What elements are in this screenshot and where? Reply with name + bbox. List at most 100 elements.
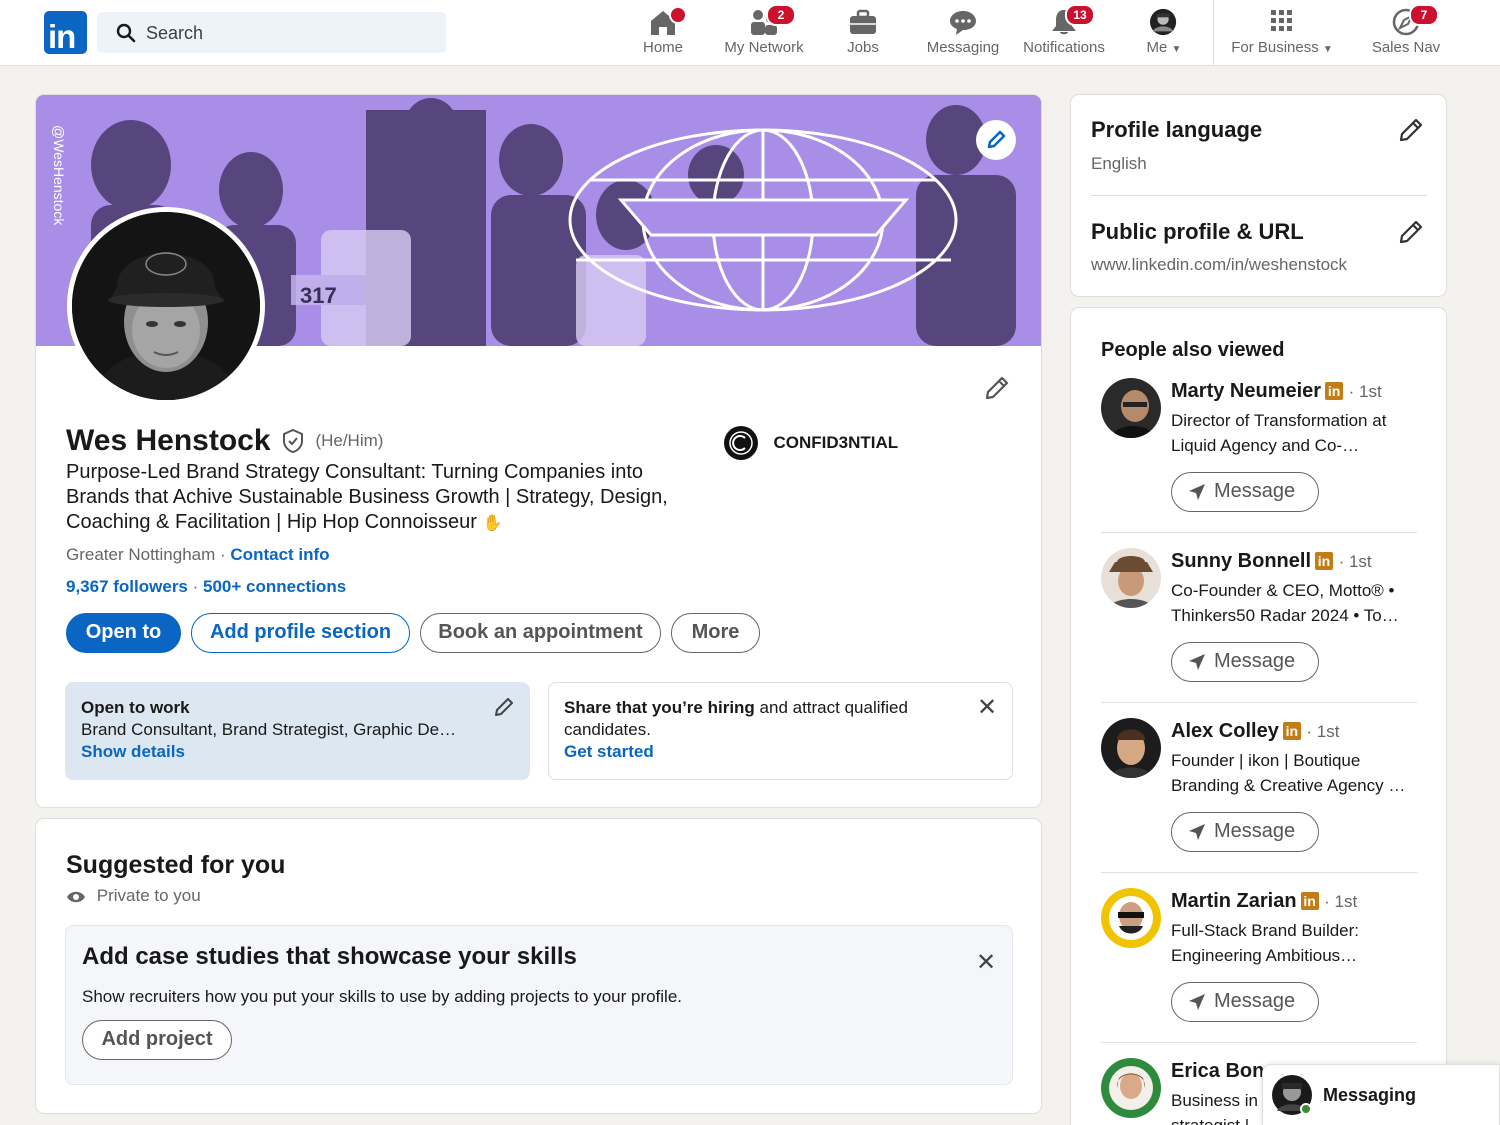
- location: Greater Nottingham: [66, 545, 216, 564]
- nav-sales-nav-label: Sales Nav: [1371, 39, 1441, 56]
- send-icon: [1189, 654, 1205, 670]
- message-label: Message: [1214, 990, 1296, 1012]
- headline-line: Liquid Agency and Co-…: [1171, 436, 1360, 455]
- hiring-bold: Share that you’re hiring: [564, 698, 755, 717]
- briefcase-icon: [850, 9, 876, 34]
- connection-degree: · 1st: [1348, 382, 1382, 401]
- messaging-dock[interactable]: Messaging: [1262, 1064, 1500, 1125]
- book-appointment-button[interactable]: Book an appointment: [420, 613, 661, 653]
- add-profile-section-button[interactable]: Add profile section: [191, 613, 410, 653]
- verified-shield-icon[interactable]: [281, 428, 305, 454]
- open-to-work-title: Open to work: [81, 698, 190, 717]
- person-name: Alex Colley: [1171, 720, 1279, 742]
- messaging-label: Messaging: [1323, 1085, 1417, 1105]
- pencil-icon: [987, 130, 1006, 149]
- person-avatar[interactable]: [1101, 1058, 1161, 1118]
- profile-avatar: [72, 212, 260, 400]
- contact-info-link[interactable]: Contact info: [230, 545, 329, 564]
- nav-for-business-label: For Business ▼: [1226, 39, 1338, 56]
- message-button[interactable]: Message: [1171, 812, 1319, 852]
- headline-line: Coaching & Facilitation | Hip Hop Connoi…: [66, 511, 477, 533]
- sales-nav-badge: 7: [1409, 4, 1439, 26]
- open-to-work-box[interactable]: Open to work Brand Consultant, Brand Str…: [65, 682, 530, 780]
- headline-line: Branding & Creative Agency …: [1171, 776, 1406, 795]
- messaging-avatar: [1272, 1075, 1312, 1115]
- linkedin-premium-icon: in: [1282, 722, 1301, 740]
- nav-jobs-label: Jobs: [847, 39, 879, 56]
- pronouns: (He/Him): [315, 431, 384, 450]
- nav-my-network[interactable]: 2 My Network: [718, 0, 810, 66]
- person-name-row[interactable]: Sunny Bonnell in · 1st: [1171, 550, 1372, 573]
- avatar-portrait: [72, 212, 260, 400]
- edit-intro-pencil-icon[interactable]: [982, 373, 1012, 403]
- profile-language-value: English: [1091, 154, 1147, 173]
- people-also-viewed-card: People also viewed Marty Neumeier in · 1s…: [1070, 307, 1447, 1125]
- edit-language-pencil-icon[interactable]: [1396, 115, 1426, 145]
- svg-text:317: 317: [300, 283, 337, 308]
- current-company[interactable]: CONFID3NTIAL: [723, 425, 898, 461]
- headline-line: Founder | ikon | Boutique: [1171, 751, 1361, 770]
- person-name: Martin Zarian: [1171, 890, 1297, 912]
- nav-sales-nav[interactable]: 7 Sales Nav: [1364, 0, 1448, 66]
- connection-degree: · 1st: [1324, 892, 1358, 911]
- close-icon[interactable]: ✕: [976, 948, 996, 977]
- message-button[interactable]: Message: [1171, 642, 1319, 682]
- suggestion-body: Show recruiters how you put your skills …: [82, 987, 683, 1006]
- nav-home[interactable]: Home: [628, 0, 698, 66]
- private-label: Private to you: [96, 886, 201, 905]
- suggestion-title: Add case studies that showcase your skil…: [82, 943, 577, 970]
- linkedin-logo[interactable]: in: [44, 11, 87, 55]
- search-box[interactable]: Search: [97, 12, 446, 53]
- open-to-button[interactable]: Open to: [66, 613, 181, 653]
- edit-banner-button[interactable]: [976, 120, 1016, 160]
- message-button[interactable]: Message: [1171, 982, 1319, 1022]
- company-name: CONFID3NTIAL: [773, 433, 899, 452]
- headline-line: Thinkers50 Radar 2024 • To…: [1171, 606, 1399, 625]
- headline-line: Director of Transformation at: [1171, 411, 1387, 430]
- person-avatar[interactable]: [1101, 888, 1161, 948]
- send-icon: [1189, 824, 1205, 840]
- message-label: Message: [1214, 650, 1296, 672]
- person-name-row[interactable]: Marty Neumeier in · 1st: [1171, 380, 1382, 403]
- banner-handle: @WesHenstock: [51, 125, 67, 226]
- headline-line: Full-Stack Brand Builder:: [1171, 921, 1360, 940]
- profile-photo[interactable]: [67, 207, 265, 405]
- close-icon[interactable]: ✕: [977, 693, 997, 722]
- message-button[interactable]: Message: [1171, 472, 1319, 512]
- network-row: 9,367 followers · 500+ connections: [66, 577, 347, 596]
- person-name-row[interactable]: Erica Bon: [1171, 1060, 1264, 1083]
- person-avatar[interactable]: [1101, 718, 1161, 778]
- person-name-row[interactable]: Alex Colley in · 1st: [1171, 720, 1339, 743]
- show-details-link[interactable]: Show details: [81, 742, 185, 762]
- linkedin-premium-icon: in: [1315, 552, 1333, 570]
- nav-messaging[interactable]: Messaging: [921, 0, 1005, 66]
- send-icon: [1189, 994, 1205, 1010]
- get-started-link[interactable]: Get started: [564, 742, 654, 762]
- connections-link[interactable]: 500+ connections: [203, 577, 346, 596]
- add-project-button[interactable]: Add project: [82, 1020, 232, 1060]
- person-name: Marty Neumeier: [1171, 380, 1322, 402]
- followers-link[interactable]: 9,367 followers: [66, 577, 188, 596]
- person-avatar[interactable]: [1101, 548, 1161, 608]
- profile-language-title: Profile language: [1091, 117, 1263, 142]
- nav-for-business[interactable]: For Business ▼: [1226, 0, 1338, 66]
- person-name-row[interactable]: Martin Zarian in · 1st: [1171, 890, 1357, 913]
- edit-url-pencil-icon[interactable]: [1396, 217, 1426, 247]
- person-avatar[interactable]: [1101, 378, 1161, 438]
- linkedin-premium-icon: in: [1325, 382, 1344, 400]
- open-to-work-roles: Brand Consultant, Brand Strategist, Grap…: [81, 720, 457, 739]
- nav-notifications[interactable]: 13 Notifications: [1015, 0, 1113, 66]
- public-profile-url: www.linkedin.com/in/weshenstock: [1091, 255, 1348, 274]
- profile-settings-card: Profile language English Public profile …: [1070, 94, 1447, 297]
- nav-me[interactable]: Me ▼: [1133, 0, 1195, 66]
- person-headline: Director of Transformation at Liquid Agen…: [1171, 408, 1421, 458]
- network-badge: 2: [766, 4, 796, 26]
- edit-pencil-icon[interactable]: [493, 696, 515, 718]
- more-button[interactable]: More: [671, 613, 760, 653]
- nav-jobs[interactable]: Jobs: [830, 0, 896, 66]
- headline-line: Co-Founder & CEO, Motto® •: [1171, 581, 1395, 600]
- logo-text: in: [48, 18, 76, 55]
- nav-my-network-label: My Network: [724, 39, 804, 56]
- nav-home-label: Home: [642, 39, 683, 56]
- me-avatar: [1150, 8, 1177, 36]
